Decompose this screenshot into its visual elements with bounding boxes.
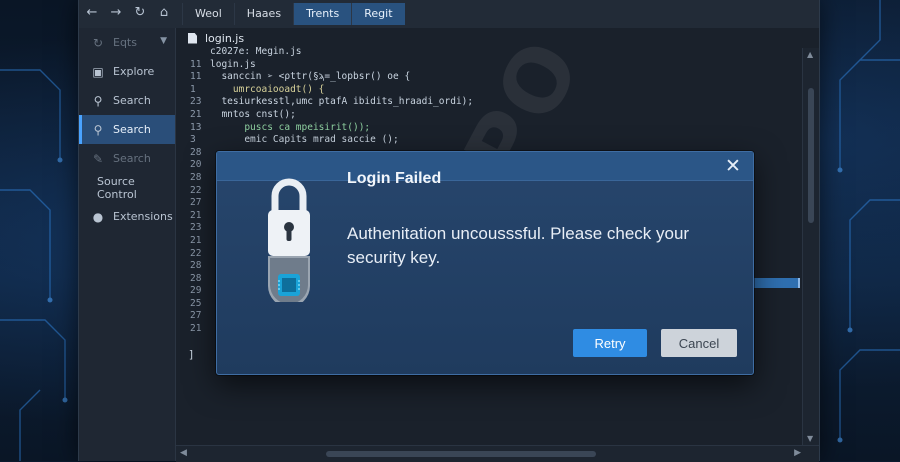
- line-number: 29: [190, 285, 202, 297]
- line-number: 22: [190, 247, 202, 259]
- cancel-button[interactable]: Cancel: [661, 329, 737, 357]
- explorer-icon: ▣: [92, 64, 104, 79]
- file-tab[interactable]: login.js: [176, 28, 831, 48]
- line-number: 21: [190, 234, 202, 246]
- code-text: tesiurkesstl,umc ptafA ibidits_hraadi_or…: [210, 96, 474, 108]
- scroll-left-icon[interactable]: ◀: [180, 448, 187, 458]
- lock-icon: [268, 178, 310, 302]
- code-text: mntos cnst();: [210, 108, 296, 120]
- sidebar-item-extensions[interactable]: ● Extensions: [79, 202, 175, 231]
- sidebar-item-label: Search: [113, 123, 151, 136]
- nav-controls: ← → ↻ ⌂: [85, 5, 171, 20]
- sidebar-item-search[interactable]: ⚲ Search: [79, 115, 175, 144]
- menu-trents[interactable]: Trents: [293, 3, 352, 25]
- line-number: 21: [190, 323, 202, 335]
- title-bar: ← → ↻ ⌂ Weol Haaes Trents Regit: [79, 0, 819, 29]
- location-icon: ●: [92, 209, 104, 224]
- edit-icon: ✎: [92, 151, 104, 166]
- sidebar-item-label: Eqts: [113, 36, 137, 49]
- refresh-icon: ↻: [92, 35, 104, 50]
- line-number: 28: [190, 272, 202, 284]
- sidebar-item-label: Source Control: [97, 174, 137, 201]
- search-icon: ⚲: [93, 93, 103, 108]
- dialog-message: Authenitation uncousssful. Please check …: [347, 224, 690, 267]
- menu-weol[interactable]: Weol: [182, 3, 234, 25]
- code-line: 23 tesiurkesstl,umc ptafA ibidits_hraadi…: [190, 96, 473, 109]
- code-text: emic Capits mrad saccie ();: [210, 134, 399, 146]
- sidebar-item-label: Explore: [113, 65, 155, 78]
- sidebar-item-eqts[interactable]: ↻ Eqts ▼: [79, 28, 175, 57]
- forward-arrow-icon[interactable]: →: [109, 5, 123, 20]
- code-text: umrcoaiooadt() {: [210, 83, 325, 95]
- sidebar-item-search[interactable]: ⚲ Search: [79, 86, 175, 115]
- code-text: login.js: [210, 58, 256, 70]
- code-line: 3 emic Capits mrad saccie ();: [190, 134, 473, 147]
- chevron-down-icon[interactable]: ▼: [160, 36, 167, 46]
- dialog-title: Login Failed: [347, 170, 442, 187]
- code-line: 11 login.js: [190, 59, 473, 72]
- menu-bar: Weol Haaes Trents Regit: [182, 3, 405, 25]
- line-number: 28: [190, 260, 202, 272]
- login-failed-dialog: ✕ Login Failed Authenitation uncousssful…: [216, 151, 754, 375]
- line-number: 28: [190, 171, 202, 183]
- code-line: 11 sanccin ➢ <ρttr(§ϡ=_lopbsr() oe {: [190, 71, 473, 84]
- back-arrow-icon[interactable]: ←: [85, 5, 99, 20]
- search-icon: ⚲: [93, 122, 103, 137]
- code-text: c2027e: Megin.js: [210, 46, 302, 57]
- file-tab-label: login.js: [205, 31, 245, 45]
- code-line: c2027e: Megin.js: [190, 46, 473, 59]
- code-line: 1 umrcoaiooadt() {: [190, 84, 473, 97]
- vertical-scrollbar[interactable]: ▲ ▼: [802, 48, 819, 445]
- menu-regit[interactable]: Regit: [351, 3, 405, 25]
- line-number: 25: [190, 297, 202, 309]
- home-icon[interactable]: ⌂: [157, 5, 171, 20]
- line-number: 21: [190, 209, 202, 221]
- line-number: 23: [190, 222, 202, 234]
- sidebar-item-label: Search: [113, 152, 151, 165]
- line-number: 27: [190, 197, 202, 209]
- vertical-scroll-thumb[interactable]: [808, 88, 814, 223]
- code-line: 13 puscs ca mpeisirit());: [190, 122, 473, 135]
- scroll-right-icon[interactable]: ▶: [794, 448, 801, 458]
- sidebar-item-source-control[interactable]: Source Control: [79, 173, 175, 202]
- scroll-up-icon[interactable]: ▲: [807, 50, 813, 59]
- line-number: 11: [190, 71, 202, 83]
- line-number: 1: [190, 83, 196, 95]
- line-number: 13: [190, 121, 202, 133]
- sidebar: ↻ Eqts ▼ ▣ Explore ⚲ Search ⚲ Search ✎ Search Sourc…: [79, 28, 176, 461]
- horizontal-scrollbar[interactable]: ◀ ▶: [176, 445, 819, 462]
- code-line: 21 mntos cnst();: [190, 109, 473, 122]
- selection-highlight: [754, 278, 800, 288]
- line-number: 20: [190, 159, 202, 171]
- file-icon: [188, 32, 197, 44]
- menu-haaes[interactable]: Haaes: [233, 3, 293, 25]
- line-number: 11: [190, 58, 202, 70]
- scroll-down-icon[interactable]: ▼: [807, 434, 813, 443]
- sidebar-item-label: Extensions: [113, 210, 173, 223]
- refresh-icon[interactable]: ↻: [133, 5, 147, 20]
- retry-button[interactable]: Retry: [573, 329, 647, 357]
- closing-bracket: ]: [188, 348, 195, 361]
- sidebar-item-explore[interactable]: ▣ Explore: [79, 57, 175, 86]
- sidebar-item-label: Search: [113, 94, 151, 107]
- line-number: 22: [190, 184, 202, 196]
- close-icon[interactable]: ✕: [723, 156, 743, 176]
- line-number: 3: [190, 134, 196, 146]
- line-number: 27: [190, 310, 202, 322]
- horizontal-scroll-thumb[interactable]: [326, 451, 596, 457]
- sidebar-item-search[interactable]: ✎ Search: [79, 144, 175, 173]
- line-number: 23: [190, 96, 202, 108]
- line-number: 28: [190, 146, 202, 158]
- code-text: sanccin ➢ <ρttr(§ϡ=_lopbsr() oe {: [210, 71, 411, 83]
- code-text: puscs ca mpeisirit());: [210, 121, 371, 133]
- line-number: 21: [190, 108, 202, 120]
